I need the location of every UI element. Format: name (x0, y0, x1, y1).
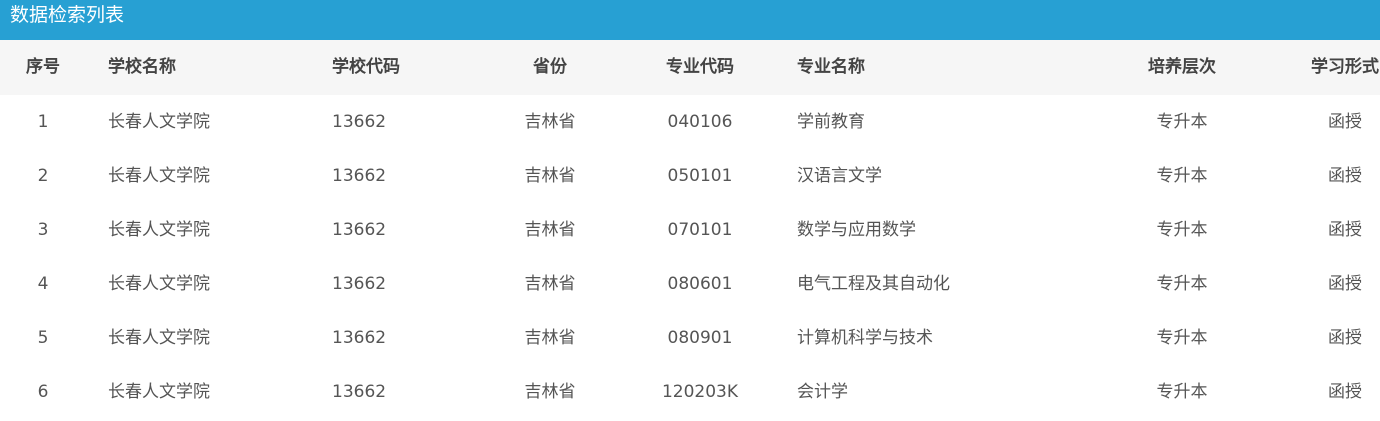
cell-school-name: 长春人文学院 (108, 112, 210, 132)
cell-study-form: 函授 (1328, 112, 1362, 132)
cell-province: 吉林省 (524, 220, 576, 240)
table-header: 序号 学校名称 学校代码 省份 专业代码 专业名称 培养层次 学习形式 (0, 40, 1380, 95)
cell-index: 6 (37, 382, 49, 402)
cell-study-form: 函授 (1328, 166, 1362, 186)
cell-major-name: 会计学 (797, 382, 848, 402)
cell-level: 专升本 (1156, 112, 1208, 132)
cell-major-name: 电气工程及其自动化 (797, 274, 950, 294)
cell-index: 1 (37, 112, 49, 132)
cell-province: 吉林省 (524, 328, 576, 348)
cell-major-name: 计算机科学与技术 (797, 328, 933, 348)
table-row: 6 长春人文学院 13662 吉林省 120203K 会计学 专升本 函授 (0, 365, 1380, 419)
cell-level: 专升本 (1156, 274, 1208, 294)
cell-study-form: 函授 (1328, 328, 1362, 348)
cell-major-code: 080901 (667, 328, 733, 348)
col-header-province: 省份 (533, 57, 567, 77)
cell-school-name: 长春人文学院 (108, 220, 210, 240)
cell-level: 专升本 (1156, 328, 1208, 348)
table-row: 1 长春人文学院 13662 吉林省 040106 学前教育 专升本 函授 (0, 95, 1380, 149)
cell-province: 吉林省 (524, 382, 576, 402)
col-header-index: 序号 (26, 57, 60, 77)
col-header-major-name: 专业名称 (797, 57, 865, 77)
table-row: 5 长春人文学院 13662 吉林省 080901 计算机科学与技术 专升本 函… (0, 311, 1380, 365)
cell-school-code: 13662 (332, 328, 387, 348)
cell-province: 吉林省 (524, 274, 576, 294)
cell-province: 吉林省 (524, 166, 576, 186)
cell-study-form: 函授 (1328, 220, 1362, 240)
cell-index: 4 (37, 274, 49, 294)
data-search-panel: 数据检索列表 序号 学校名称 学校代码 省份 专业代码 专业名称 培养层次 学习… (0, 0, 1380, 421)
cell-index: 3 (37, 220, 49, 240)
col-header-level: 培养层次 (1148, 57, 1216, 77)
cell-level: 专升本 (1156, 382, 1208, 402)
col-header-school-code: 学校代码 (332, 57, 400, 77)
cell-major-code: 050101 (667, 166, 733, 186)
cell-school-name: 长春人文学院 (108, 274, 210, 294)
col-header-school-name: 学校名称 (108, 57, 176, 77)
cell-major-name: 汉语言文学 (797, 166, 882, 186)
panel-title: 数据检索列表 (0, 0, 1380, 40)
cell-major-code: 040106 (667, 112, 733, 132)
cell-level: 专升本 (1156, 166, 1208, 186)
cell-index: 2 (37, 166, 49, 186)
cell-level: 专升本 (1156, 220, 1208, 240)
table-row: 3 长春人文学院 13662 吉林省 070101 数学与应用数学 专升本 函授 (0, 203, 1380, 257)
cell-major-code: 070101 (667, 220, 733, 240)
cell-school-name: 长春人文学院 (108, 166, 210, 186)
table-row: 4 长春人文学院 13662 吉林省 080601 电气工程及其自动化 专升本 … (0, 257, 1380, 311)
cell-major-code: 080601 (667, 274, 733, 294)
col-header-major-code: 专业代码 (666, 57, 734, 77)
cell-school-name: 长春人文学院 (108, 328, 210, 348)
cell-index: 5 (37, 328, 49, 348)
cell-province: 吉林省 (524, 112, 576, 132)
cell-major-code: 120203K (661, 382, 739, 402)
cell-school-code: 13662 (332, 112, 387, 132)
cell-school-name: 长春人文学院 (108, 382, 210, 402)
cell-school-code: 13662 (332, 166, 387, 186)
table-row: 2 长春人文学院 13662 吉林省 050101 汉语言文学 专升本 函授 (0, 149, 1380, 203)
cell-school-code: 13662 (332, 274, 387, 294)
cell-school-code: 13662 (332, 220, 387, 240)
col-header-study-form: 学习形式 (1311, 57, 1379, 77)
cell-major-name: 数学与应用数学 (797, 220, 916, 240)
cell-major-name: 学前教育 (797, 112, 865, 132)
cell-school-code: 13662 (332, 382, 387, 402)
cell-study-form: 函授 (1328, 382, 1362, 402)
cell-study-form: 函授 (1328, 274, 1362, 294)
